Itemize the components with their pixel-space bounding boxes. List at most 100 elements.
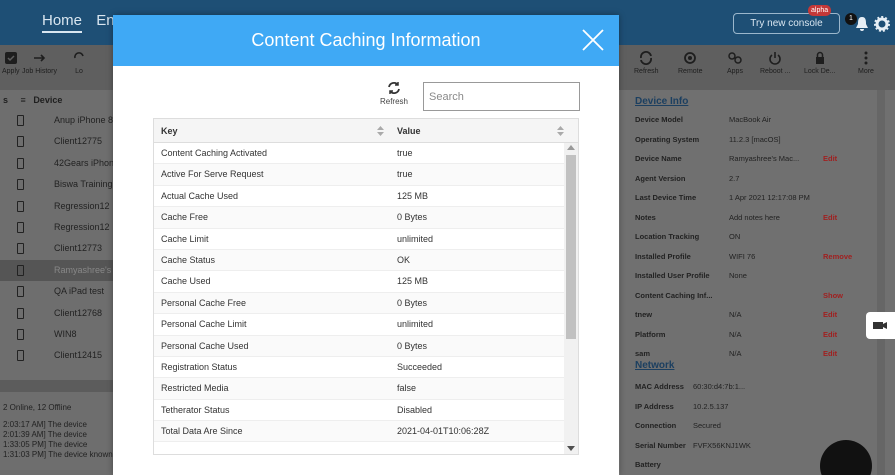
modal-refresh-button[interactable]: Refresh	[378, 81, 410, 106]
remote-icon	[684, 52, 697, 64]
nav-home[interactable]: Home	[42, 12, 83, 33]
device-list-item[interactable]: Anup iPhone 8	[0, 110, 117, 131]
gear-icon[interactable]	[874, 16, 890, 32]
device-list-item[interactable]: Ramyashree's	[0, 259, 117, 282]
camera-button[interactable]	[866, 312, 895, 339]
device-icon	[17, 264, 24, 276]
device-list-panel: s ≡ Device Anup iPhone 8 Client12775 42Gea…	[0, 90, 264, 475]
info-value: Add notes here	[729, 212, 780, 222]
device-icon	[17, 115, 24, 126]
device-list-item[interactable]: 42Gears iPhon	[0, 153, 117, 174]
device-list-item[interactable]: Regression12	[0, 196, 117, 217]
device-info-row: Location Tracking ON	[635, 232, 875, 250]
toolbar-remote-button[interactable]: Remote	[678, 51, 703, 75]
row-value: Disabled	[397, 404, 433, 415]
device-list-item[interactable]: Client12415	[0, 345, 117, 366]
device-column-header[interactable]: Device	[33, 95, 62, 105]
device-list-item[interactable]: Client12773	[0, 238, 117, 259]
network-row: IP Address 10.2.5.137	[635, 402, 875, 420]
row-key: Total Data Are Since	[161, 426, 243, 437]
table-body: Content Caching Activated true Active For …	[154, 143, 578, 443]
arrow-right-icon	[33, 54, 45, 62]
toolbar-apps-button[interactable]: Apps	[727, 51, 743, 75]
device-icon	[17, 328, 24, 340]
scroll-thumb[interactable]	[566, 155, 576, 339]
refresh-icon	[640, 51, 653, 65]
device-info-row: Agent Version 2.7	[635, 174, 875, 192]
network-row: Connection Secured	[635, 421, 875, 439]
filter-icon[interactable]: ≡	[21, 95, 26, 105]
info-key: Operating System	[635, 134, 700, 144]
toolbar-location-button[interactable]: Lo	[72, 51, 86, 75]
scroll-down-arrow[interactable]	[567, 446, 575, 451]
info-value: N/A	[729, 349, 742, 358]
bell-icon[interactable]	[855, 16, 869, 32]
info-key: Installed User Profile	[635, 271, 710, 280]
info-key: Installed Profile	[635, 251, 691, 261]
toolbar-label: Apply	[2, 68, 20, 75]
device-info-title[interactable]: Device Info	[635, 96, 688, 107]
device-list-item[interactable]: Client12775	[0, 131, 117, 152]
table-row: Content Caching Activated true	[154, 143, 578, 165]
sort-icon[interactable]	[557, 125, 564, 137]
toolbar-job-history-button[interactable]: Job History	[22, 51, 57, 75]
row-key: Registration Status	[161, 361, 238, 372]
row-value: Succeeded	[397, 361, 443, 372]
info-action-link[interactable]: Edit	[823, 213, 837, 222]
device-list-item[interactable]: Biswa Training	[0, 174, 117, 195]
toolbar-lock-device-button[interactable]: Lock De...	[804, 51, 836, 75]
info-action-link[interactable]: Edit	[823, 330, 837, 339]
device-icon	[17, 286, 24, 298]
network-key: Connection	[635, 421, 677, 430]
search-input[interactable]	[423, 82, 580, 111]
table-scrollbar[interactable]	[564, 143, 578, 454]
device-list-item[interactable]: Client12768	[0, 303, 117, 324]
network-row: MAC Address 60:30:d4:7b:1...	[635, 382, 875, 400]
info-action-link[interactable]: Show	[823, 291, 843, 300]
info-action-link[interactable]: Edit	[823, 349, 837, 358]
info-value: WIFI 76	[729, 251, 756, 261]
device-name: QA iPad test	[54, 286, 105, 297]
row-key: Content Caching Activated	[161, 148, 268, 158]
nav-enterprise[interactable]: En	[96, 12, 114, 29]
device-info-row: Device Name Ramyashree's Mac... Edit	[635, 154, 875, 172]
toolbar-apply-button[interactable]: Apply	[2, 51, 20, 75]
info-action-link[interactable]: Edit	[823, 154, 837, 163]
row-key: Restricted Media	[161, 383, 229, 394]
device-list-item[interactable]: WIN8	[0, 324, 117, 345]
table-row: Actual Cache Used 125 MB	[154, 186, 578, 208]
info-key: Last Device Time	[635, 193, 697, 202]
value-column-header[interactable]: Value	[397, 119, 421, 143]
info-key: Device Model	[635, 115, 683, 124]
toolbar-reboot-button[interactable]: Reboot ...	[760, 51, 790, 75]
device-info-row: Installed Profile WIFI 76 Remove	[635, 252, 875, 270]
device-name: Client12768	[54, 307, 103, 318]
network-value: 10.2.5.137	[693, 401, 729, 411]
info-action-link[interactable]: Remove	[823, 252, 852, 261]
toolbar-label: Lock De...	[804, 68, 836, 75]
device-list-item[interactable]: Regression12	[0, 217, 117, 238]
device-icon	[17, 136, 24, 148]
close-icon[interactable]	[581, 28, 605, 52]
lock-icon	[815, 51, 824, 64]
toolbar-more-button[interactable]: More	[858, 51, 874, 75]
device-list-scrollbar[interactable]	[0, 380, 117, 392]
try-new-console-button[interactable]: Try new console	[733, 13, 840, 34]
key-column-header[interactable]: Key	[161, 119, 178, 143]
device-info-row: Operating System 11.2.3 [macOS]	[635, 135, 875, 153]
device-name: Regression12	[54, 200, 110, 211]
info-value: MacBook Air	[729, 115, 772, 124]
refresh-label: Refresh	[379, 97, 408, 106]
scroll-up-arrow[interactable]	[567, 145, 575, 150]
table-row: Tetherator Status Disabled	[154, 400, 578, 422]
sort-icon[interactable]	[377, 125, 384, 137]
device-rows: Anup iPhone 8 Client12775 42Gears iPhon Bis…	[0, 110, 117, 367]
toolbar-refresh-button[interactable]: Refresh	[634, 51, 659, 75]
network-title[interactable]: Network	[635, 360, 674, 371]
info-action-link[interactable]: Edit	[823, 310, 837, 319]
device-list-item[interactable]: QA iPad test	[0, 281, 117, 302]
right-panel-scrollbar[interactable]	[877, 90, 885, 475]
row-key: Cache Limit	[161, 233, 209, 244]
refresh-icon	[388, 82, 400, 94]
network-key: IP Address	[635, 401, 674, 411]
